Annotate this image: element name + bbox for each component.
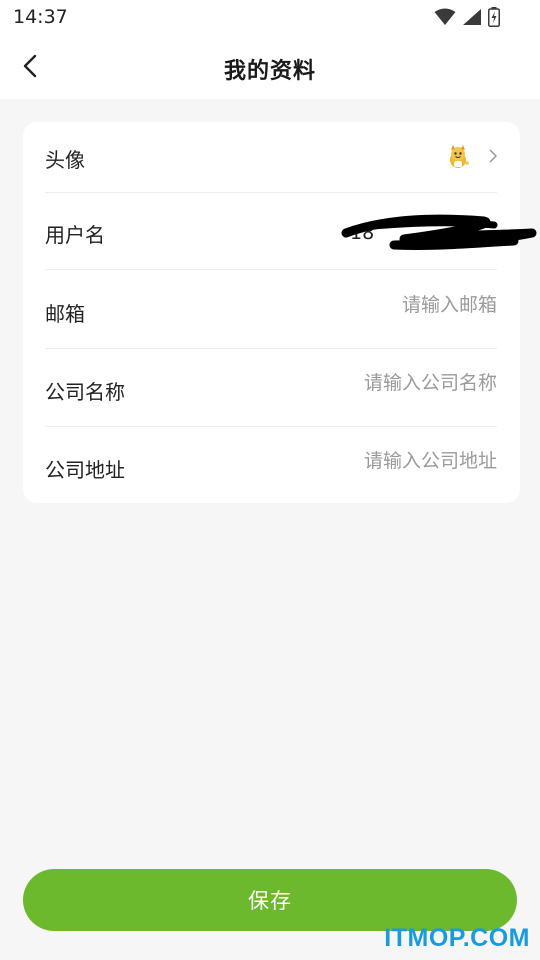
cartoon-avatar-icon[interactable] [445,144,471,170]
watermark-logo: ITMOP.COM [384,924,530,952]
status-time: 14:37 [13,6,68,28]
page-title: 我的资料 [223,59,316,84]
email-field[interactable] [237,294,497,316]
avatar-label: 头像 [45,148,85,172]
company-address-label: 公司地址 [45,458,125,482]
email-row: 邮箱 [45,270,497,349]
company-name-field[interactable] [237,372,497,394]
profile-card: 头像 用户名 18 邮箱 公司名称 [23,122,537,503]
save-button[interactable]: 保存 [23,869,517,931]
company-name-label: 公司名称 [45,380,125,404]
username-value: 18 [341,214,537,253]
company-address-field[interactable] [237,450,497,472]
company-name-row: 公司名称 [45,348,497,427]
email-label: 邮箱 [45,302,85,326]
chevron-right-icon [489,149,497,163]
company-address-row: 公司地址 [45,426,497,503]
signal-icon [463,9,481,25]
redaction-scribble [341,214,537,251]
wifi-icon [434,8,456,25]
status-icons [434,7,500,27]
username-label: 用户名 [45,223,105,247]
avatar-row[interactable]: 头像 [45,122,497,193]
header-bar: 我的资料 [0,34,540,99]
status-bar: 14:37 [0,0,540,34]
battery-icon [488,7,500,27]
